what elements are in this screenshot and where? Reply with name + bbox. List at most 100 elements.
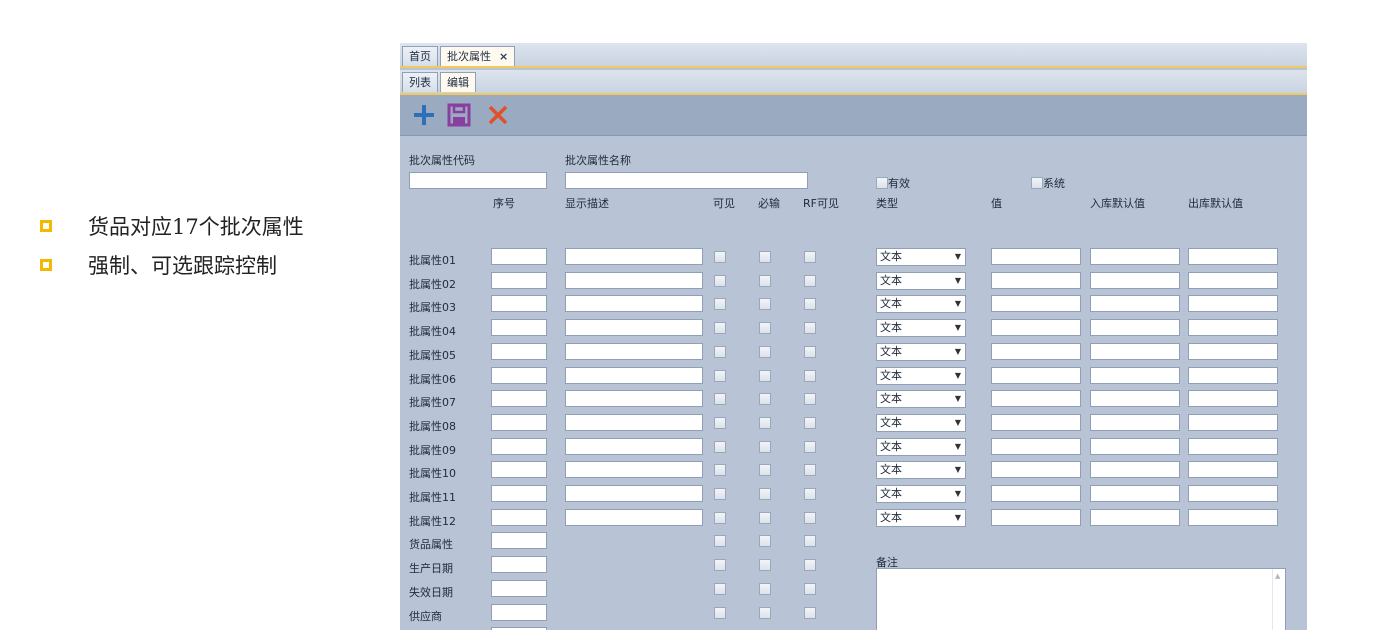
value-input[interactable] (991, 437, 1081, 455)
rf-visible-checkbox[interactable] (804, 535, 816, 548)
out-default-input[interactable] (1188, 413, 1278, 431)
rf-visible-checkbox[interactable] (804, 322, 816, 335)
seq-input[interactable] (491, 248, 547, 265)
type-select[interactable]: 文本 ▼ (876, 508, 966, 527)
value-input[interactable] (991, 295, 1081, 313)
delete-icon[interactable] (484, 101, 512, 129)
value-input[interactable] (991, 271, 1081, 289)
visible-checkbox[interactable] (714, 251, 726, 263)
out-default-input[interactable] (1188, 295, 1278, 313)
required-checkbox[interactable] (759, 322, 771, 335)
required-checkbox[interactable] (759, 440, 771, 453)
out-default-input[interactable] (1188, 390, 1278, 408)
add-icon[interactable] (410, 101, 438, 129)
type-select[interactable]: 文本 ▼ (876, 342, 966, 361)
required-checkbox[interactable] (759, 274, 771, 287)
required-checkbox[interactable] (759, 488, 771, 500)
seq-input[interactable] (491, 437, 547, 455)
in-default-input[interactable] (1090, 461, 1180, 479)
visible-checkbox[interactable] (714, 345, 726, 358)
seq-input[interactable] (491, 390, 547, 408)
in-default-input[interactable] (1090, 248, 1180, 265)
required-checkbox[interactable] (759, 559, 771, 572)
value-input[interactable] (991, 342, 1081, 360)
required-checkbox[interactable] (759, 606, 771, 619)
out-default-input[interactable] (1188, 319, 1278, 337)
seq-input[interactable] (491, 627, 547, 630)
seq-input[interactable] (491, 556, 547, 574)
seq-input[interactable] (491, 579, 547, 597)
valid-checkbox[interactable] (876, 177, 888, 189)
close-icon[interactable]: × (499, 50, 508, 63)
rf-visible-checkbox[interactable] (804, 582, 816, 595)
in-default-input[interactable] (1090, 413, 1180, 431)
in-default-input[interactable] (1090, 295, 1180, 313)
remark-scrollbar[interactable]: ▲ ▼ (1272, 569, 1285, 630)
visible-checkbox[interactable] (714, 535, 726, 548)
seq-input[interactable] (491, 485, 547, 502)
in-default-input[interactable] (1090, 366, 1180, 384)
seq-input[interactable] (491, 342, 547, 360)
seq-input[interactable] (491, 366, 547, 384)
out-default-input[interactable] (1188, 461, 1278, 479)
required-checkbox[interactable] (759, 511, 771, 524)
in-default-input[interactable] (1090, 319, 1180, 337)
rf-visible-checkbox[interactable] (804, 559, 816, 572)
desc-input[interactable] (565, 342, 703, 360)
type-select[interactable]: 文本 ▼ (876, 461, 966, 480)
scroll-up-icon[interactable]: ▲ (1275, 572, 1280, 580)
required-checkbox[interactable] (759, 298, 771, 311)
seq-input[interactable] (491, 413, 547, 431)
visible-checkbox[interactable] (714, 559, 726, 572)
type-select[interactable]: 文本 ▼ (876, 248, 966, 266)
type-select[interactable]: 文本 ▼ (876, 295, 966, 314)
rf-visible-checkbox[interactable] (804, 298, 816, 311)
visible-checkbox[interactable] (714, 488, 726, 500)
rf-visible-checkbox[interactable] (804, 488, 816, 500)
desc-input[interactable] (565, 366, 703, 384)
desc-input[interactable] (565, 461, 703, 479)
type-select[interactable]: 文本 ▼ (876, 390, 966, 409)
value-input[interactable] (991, 413, 1081, 431)
in-default-input[interactable] (1090, 342, 1180, 360)
rf-visible-checkbox[interactable] (804, 416, 816, 429)
system-checkbox[interactable] (1031, 177, 1043, 189)
rf-visible-checkbox[interactable] (804, 440, 816, 453)
out-default-input[interactable] (1188, 248, 1278, 265)
out-default-input[interactable] (1188, 271, 1278, 289)
seq-input[interactable] (491, 295, 547, 313)
required-checkbox[interactable] (759, 369, 771, 382)
in-default-input[interactable] (1090, 508, 1180, 526)
required-checkbox[interactable] (759, 345, 771, 358)
required-checkbox[interactable] (759, 582, 771, 595)
seq-input[interactable] (491, 319, 547, 337)
type-select[interactable]: 文本 ▼ (876, 271, 966, 290)
required-checkbox[interactable] (759, 393, 771, 406)
desc-input[interactable] (565, 271, 703, 289)
value-input[interactable] (991, 485, 1081, 502)
desc-input[interactable] (565, 508, 703, 526)
type-select[interactable]: 文本 ▼ (876, 413, 966, 432)
required-checkbox[interactable] (759, 535, 771, 548)
visible-checkbox[interactable] (714, 464, 726, 477)
visible-checkbox[interactable] (714, 274, 726, 287)
type-select[interactable]: 文本 ▼ (876, 485, 966, 503)
tab-edit[interactable]: 编辑 (440, 72, 476, 92)
out-default-input[interactable] (1188, 508, 1278, 526)
seq-input[interactable] (491, 461, 547, 479)
value-input[interactable] (991, 390, 1081, 408)
code-input[interactable] (409, 172, 547, 189)
save-icon[interactable] (445, 101, 473, 129)
seq-input[interactable] (491, 603, 547, 621)
visible-checkbox[interactable] (714, 582, 726, 595)
desc-input[interactable] (565, 248, 703, 265)
value-input[interactable] (991, 248, 1081, 265)
visible-checkbox[interactable] (714, 369, 726, 382)
in-default-input[interactable] (1090, 271, 1180, 289)
out-default-input[interactable] (1188, 437, 1278, 455)
rf-visible-checkbox[interactable] (804, 251, 816, 263)
desc-input[interactable] (565, 295, 703, 313)
required-checkbox[interactable] (759, 416, 771, 429)
in-default-input[interactable] (1090, 485, 1180, 502)
rf-visible-checkbox[interactable] (804, 393, 816, 406)
